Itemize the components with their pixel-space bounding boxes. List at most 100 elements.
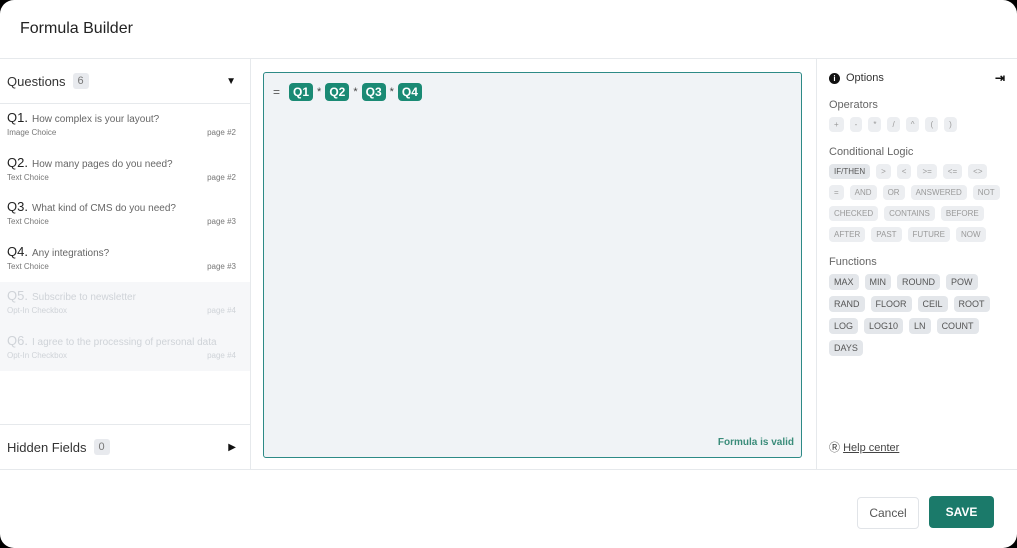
equals-sign: = (273, 85, 281, 99)
function-chip[interactable]: COUNT (936, 318, 979, 334)
function-chip[interactable]: LN (909, 318, 931, 334)
question-list: Q1. How complex is your layout? Image Ch… (0, 104, 250, 371)
formula-operator: * (353, 86, 358, 98)
logic-chip[interactable]: CONTAINS (884, 206, 935, 221)
operator-chip[interactable]: - (849, 117, 863, 132)
collapse-panel-icon[interactable]: ⇥ (995, 71, 1005, 85)
question-title-row: Q3. What kind of CMS do you need? (7, 199, 236, 214)
question-item[interactable]: Q6. I agree to the processing of persona… (0, 326, 250, 371)
question-title-row: Q6. I agree to the processing of persona… (7, 333, 236, 348)
function-chip[interactable]: FLOOR (870, 296, 912, 312)
function-chip[interactable]: CEIL (917, 296, 948, 312)
question-title-row: Q5. Subscribe to newsletter (7, 288, 236, 303)
modal-body: Questions 6 ▼ Q1. How complex is your la… (0, 59, 1017, 470)
logic-chip[interactable]: BEFORE (940, 206, 984, 221)
options-panel: i Options ⇥ Operators + - * / ^ () Conditiona… (816, 59, 1017, 469)
question-text: What kind of CMS do you need? (31, 203, 176, 214)
function-chip[interactable]: MAX (829, 274, 859, 290)
question-number: Q6. (7, 332, 28, 348)
question-meta-row: Text Choice page #3 (7, 262, 236, 271)
question-number: Q2. (7, 154, 28, 170)
help-center-link[interactable]: Help center (843, 442, 899, 454)
caret-down-icon[interactable]: ▼ (226, 76, 236, 87)
formula-operator: * (317, 86, 322, 98)
operator-chip[interactable]: ( (925, 117, 939, 132)
info-icon: i (829, 72, 840, 84)
formula-token[interactable]: Q3 (361, 83, 386, 101)
logic-chip[interactable]: <= (942, 164, 963, 179)
question-type: Opt-In Checkbox (7, 306, 68, 315)
question-item[interactable]: Q5. Subscribe to newsletter Opt-In Check… (0, 282, 250, 327)
question-item[interactable]: Q3. What kind of CMS do you need? Text C… (0, 193, 250, 238)
question-number: Q3. (7, 199, 28, 214)
question-number: Q5. (7, 288, 28, 303)
logic-chip[interactable]: AND (849, 185, 877, 200)
hidden-fields-label: Hidden Fields (7, 439, 87, 455)
logic-chip[interactable]: CHECKED (829, 206, 879, 221)
logic-chip[interactable]: = (829, 185, 844, 200)
questions-panel: Questions 6 ▼ Q1. How complex is your la… (0, 59, 251, 469)
function-chip[interactable]: ROOT (953, 296, 990, 312)
function-chip[interactable]: ROUND (897, 274, 941, 290)
function-chip[interactable]: RAND (829, 296, 865, 312)
save-button[interactable]: SAVE (929, 496, 994, 528)
formula-token[interactable]: Q1 (289, 83, 314, 101)
questions-count-badge: 6 (72, 73, 89, 89)
formula-operator: * (389, 86, 394, 98)
help-icon: Ⓡ (829, 442, 840, 454)
question-item[interactable]: Q1. How complex is your layout? Image Ch… (0, 104, 250, 149)
function-chip[interactable]: LOG10 (864, 318, 904, 334)
logic-chip[interactable]: OR (882, 185, 905, 200)
formula-expression: = Q1 * Q2 * Q3 * Q4 (273, 83, 422, 101)
operator-chip[interactable]: ^ (905, 117, 920, 132)
operator-chip[interactable]: ) (944, 117, 957, 132)
question-text: Subscribe to newsletter (31, 292, 136, 303)
logic-chip[interactable]: IF/THEN (829, 164, 871, 179)
questions-label: Questions (7, 73, 66, 89)
question-meta-row: Text Choice page #2 (7, 173, 236, 182)
logic-chip[interactable]: > (876, 164, 891, 179)
question-page: page #2 (207, 172, 236, 182)
question-title-row: Q4. Any integrations? (7, 244, 236, 259)
operator-chip[interactable]: + (829, 117, 844, 132)
function-chip[interactable]: DAYS (829, 340, 863, 356)
logic-chip[interactable]: ANSWERED (910, 185, 967, 200)
logic-chip[interactable]: AFTER (829, 227, 866, 242)
questions-header[interactable]: Questions 6 ▼ (0, 59, 250, 104)
logic-chip[interactable]: FUTURE (907, 227, 950, 242)
question-item[interactable]: Q4. Any integrations? Text Choice page #… (0, 238, 250, 283)
question-text: How many pages do you need? (31, 158, 173, 170)
options-title: Options (846, 72, 884, 84)
question-meta-row: Opt-In Checkbox page #4 (7, 351, 236, 360)
formula-token[interactable]: Q4 (397, 83, 422, 101)
formula-editor[interactable]: = Q1 * Q2 * Q3 * Q4 Formula is valid (263, 72, 802, 458)
operator-chip[interactable]: / (887, 117, 900, 132)
hidden-fields-count-badge: 0 (93, 439, 110, 455)
cancel-button[interactable]: Cancel (857, 497, 919, 529)
function-chip[interactable]: MIN (864, 274, 892, 290)
question-type: Text Choice (7, 217, 49, 226)
functions-list: MAX MIN ROUND POW RAND FLOOR CEIL ROOT LOG LOG10 L… (829, 274, 1005, 356)
logic-chip[interactable]: >= (917, 164, 937, 179)
logic-chip[interactable]: NOT (972, 185, 1000, 200)
question-title-row: Q1. How complex is your layout? (7, 110, 236, 125)
formula-token[interactable]: Q2 (325, 83, 350, 101)
caret-right-icon[interactable]: ▶ (228, 442, 236, 453)
question-page: page #4 (207, 306, 236, 315)
operator-chip[interactable]: * (868, 117, 882, 132)
logic-chip[interactable]: <> (968, 164, 988, 179)
function-chip[interactable]: LOG (829, 318, 859, 334)
question-title-row: Q2. How many pages do you need? (7, 155, 236, 170)
question-text: How complex is your layout? (31, 114, 160, 125)
formula-builder-modal: Formula Builder Questions 6 ▼ Q1. How co… (0, 0, 1017, 548)
function-chip[interactable]: POW (946, 274, 978, 290)
logic-chip[interactable]: < (896, 164, 912, 179)
question-meta-row: Text Choice page #3 (7, 217, 236, 226)
hidden-fields-header[interactable]: Hidden Fields 0 ▶ (0, 424, 250, 469)
question-text: Any integrations? (31, 247, 110, 259)
logic-chip[interactable]: NOW (956, 227, 986, 242)
question-number: Q1. (7, 110, 28, 125)
logic-chip[interactable]: PAST (871, 227, 902, 242)
question-item[interactable]: Q2. How many pages do you need? Text Cho… (0, 149, 250, 194)
question-page: page #3 (207, 217, 236, 226)
